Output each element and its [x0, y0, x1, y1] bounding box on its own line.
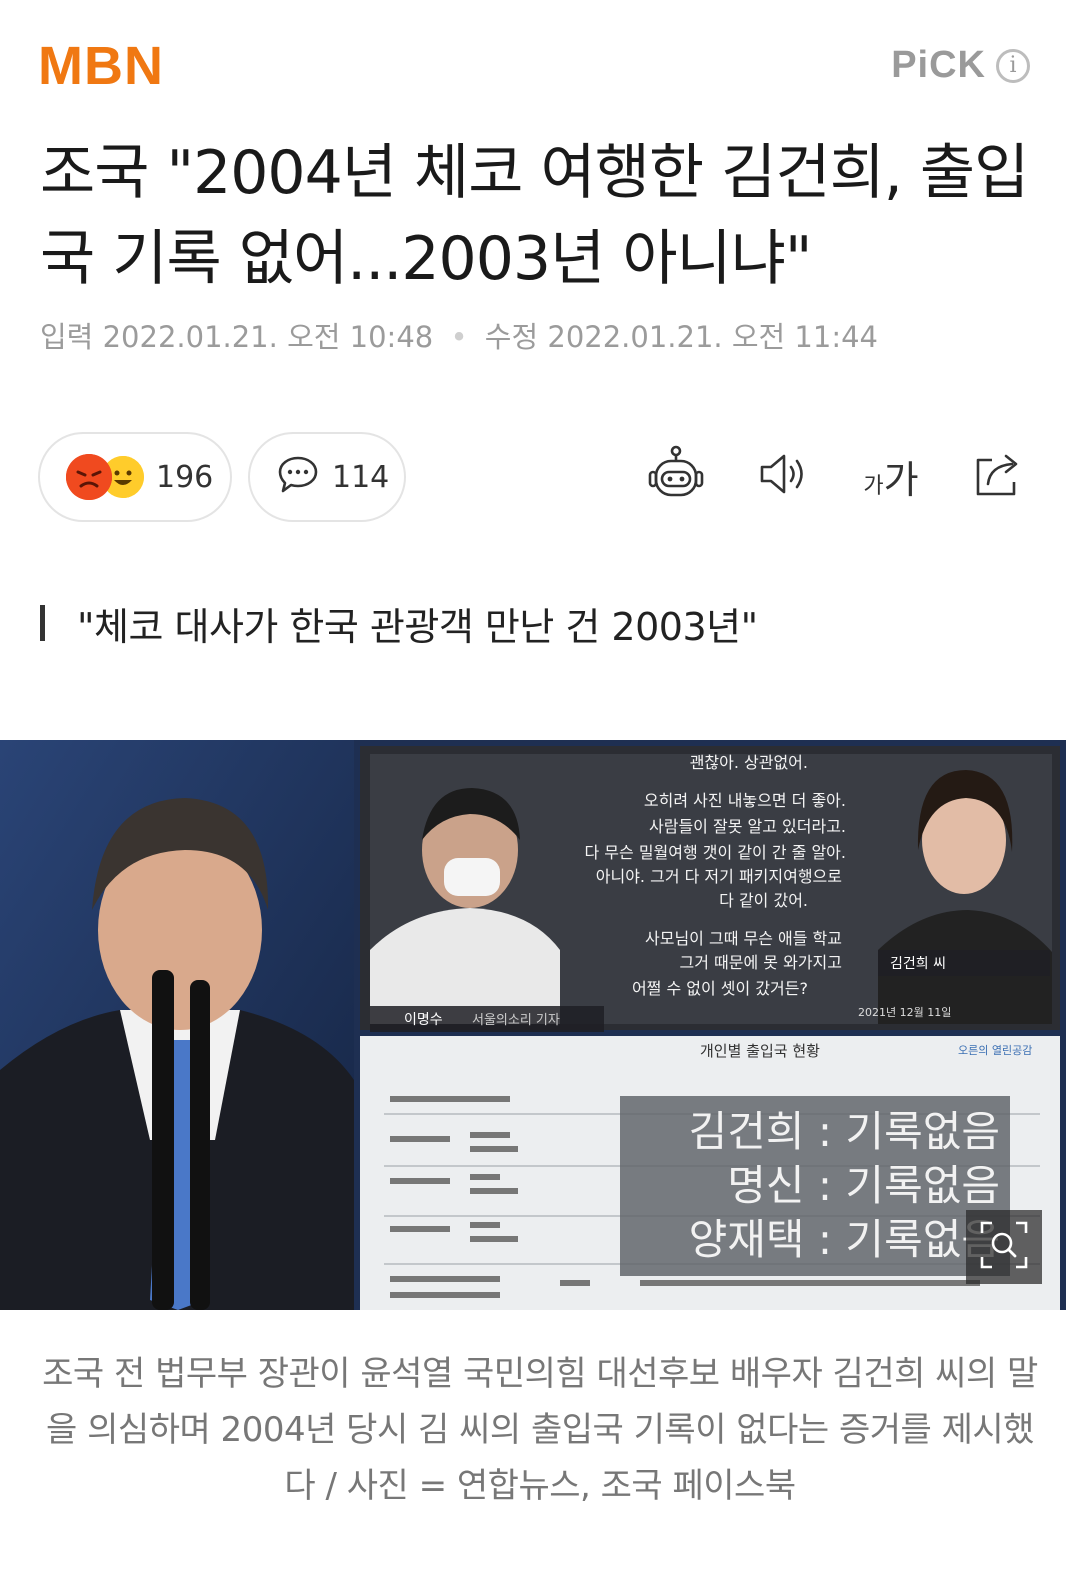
article-photo[interactable]: 이명수 서울의소리 기자 김건희 씨 2021년 12월 11일 괜찮아. 상관…	[0, 740, 1066, 1310]
pick-label: PiCK	[891, 44, 986, 86]
summary-bot-button[interactable]	[646, 444, 706, 508]
photo-composite: 이명수 서울의소리 기자 김건희 씨 2021년 12월 11일 괜찮아. 상관…	[0, 740, 1060, 1310]
svg-text:아니야. 그거 다 저기 패키지여행으로: 아니야. 그거 다 저기 패키지여행으로	[596, 867, 842, 886]
top-bar: MBN PiCK i	[0, 0, 1080, 120]
reaction-count: 196	[156, 459, 214, 495]
font-size-button[interactable]: 가가	[856, 446, 926, 506]
svg-text:오히려 사진 내놓으면 더 좋아.: 오히려 사진 내놓으면 더 좋아.	[644, 791, 846, 810]
info-icon[interactable]: i	[996, 48, 1030, 83]
svg-text:괜찮아. 상관없어.: 괜찮아. 상관없어.	[690, 753, 808, 772]
reporter-name: 이명수	[404, 1012, 443, 1028]
article-headline: 조국 "2004년 체코 여행한 김건희, 출입국 기록 없어...2003년 …	[40, 138, 1029, 294]
svg-text:사람들이 잘못 알고 있더라고.: 사람들이 잘못 알고 있더라고.	[649, 817, 846, 836]
speaker-icon	[754, 446, 810, 506]
font-size-icon: 가가	[863, 457, 919, 502]
tv-date: 2021년 12월 11일	[858, 1005, 951, 1019]
subject-name: 김건희 씨	[890, 956, 946, 972]
subheadline-text: "체코 대사가 한국 관광객 만난 건 2003년"	[77, 604, 758, 649]
mbn-logo[interactable]: MBN	[38, 36, 164, 96]
article-subheadline: "체코 대사가 한국 관광객 만난 건 2003년"	[40, 596, 758, 650]
listen-button[interactable]	[752, 446, 812, 506]
quote-bar	[40, 605, 45, 641]
edit-date: 2022.01.21. 오전 11:44	[547, 320, 879, 354]
svg-text:명신 : 기록없음: 명신 : 기록없음	[727, 1161, 1000, 1210]
angry-emoji-icon	[66, 454, 112, 500]
svg-text:사모님이 그때 무슨 애들 학교: 사모님이 그때 무슨 애들 학교	[645, 929, 842, 948]
svg-text:양재택 : 기록없음: 양재택 : 기록없음	[689, 1215, 1000, 1264]
record-overlay: 김건희 : 기록없음 명신 : 기록없음 양재택 : 기록없음	[689, 1107, 1000, 1264]
input-label: 입력	[40, 320, 94, 354]
comment-button[interactable]: 114	[248, 432, 406, 522]
separator-dot: •	[450, 320, 468, 354]
edit-label: 수정	[484, 320, 539, 354]
reaction-button[interactable]: 196	[38, 432, 232, 522]
source-mark: 오른의 열린공감	[958, 1044, 1032, 1057]
pick-badge[interactable]: PiCK i	[891, 44, 1030, 87]
svg-text:그거 때문에 못 와가지고: 그거 때문에 못 와가지고	[680, 953, 842, 972]
zoom-icon	[978, 1219, 1030, 1275]
comment-count: 114	[332, 459, 390, 495]
photo-caption: 조국 전 법무부 장관이 윤석열 국민의힘 대선후보 배우자 김건희 씨의 말을…	[42, 1354, 1038, 1506]
svg-text:어쩔 수 없이 셋이 갔거든?: 어쩔 수 없이 셋이 갔거든?	[632, 979, 808, 998]
robot-icon	[646, 444, 706, 508]
share-icon	[970, 446, 1026, 506]
doc-title: 개인별 출입국 현황	[700, 1042, 820, 1060]
reporter-title: 서울의소리 기자	[472, 1013, 560, 1028]
input-date: 2022.01.21. 오전 10:48	[102, 320, 434, 354]
zoom-button[interactable]	[966, 1210, 1042, 1284]
svg-text:다 같이 갔어.: 다 같이 갔어.	[719, 891, 808, 910]
speech-bubble-icon	[276, 453, 320, 501]
share-button[interactable]	[968, 446, 1028, 506]
svg-text:김건희 : 기록없음: 김건희 : 기록없음	[689, 1107, 1000, 1156]
article-dates: 입력 2022.01.21. 오전 10:48 • 수정 2022.01.21.…	[40, 314, 878, 356]
svg-text:다 무슨 밀월여행 갯이 같이 간 줄 알아.: 다 무슨 밀월여행 갯이 같이 간 줄 알아.	[585, 843, 847, 862]
